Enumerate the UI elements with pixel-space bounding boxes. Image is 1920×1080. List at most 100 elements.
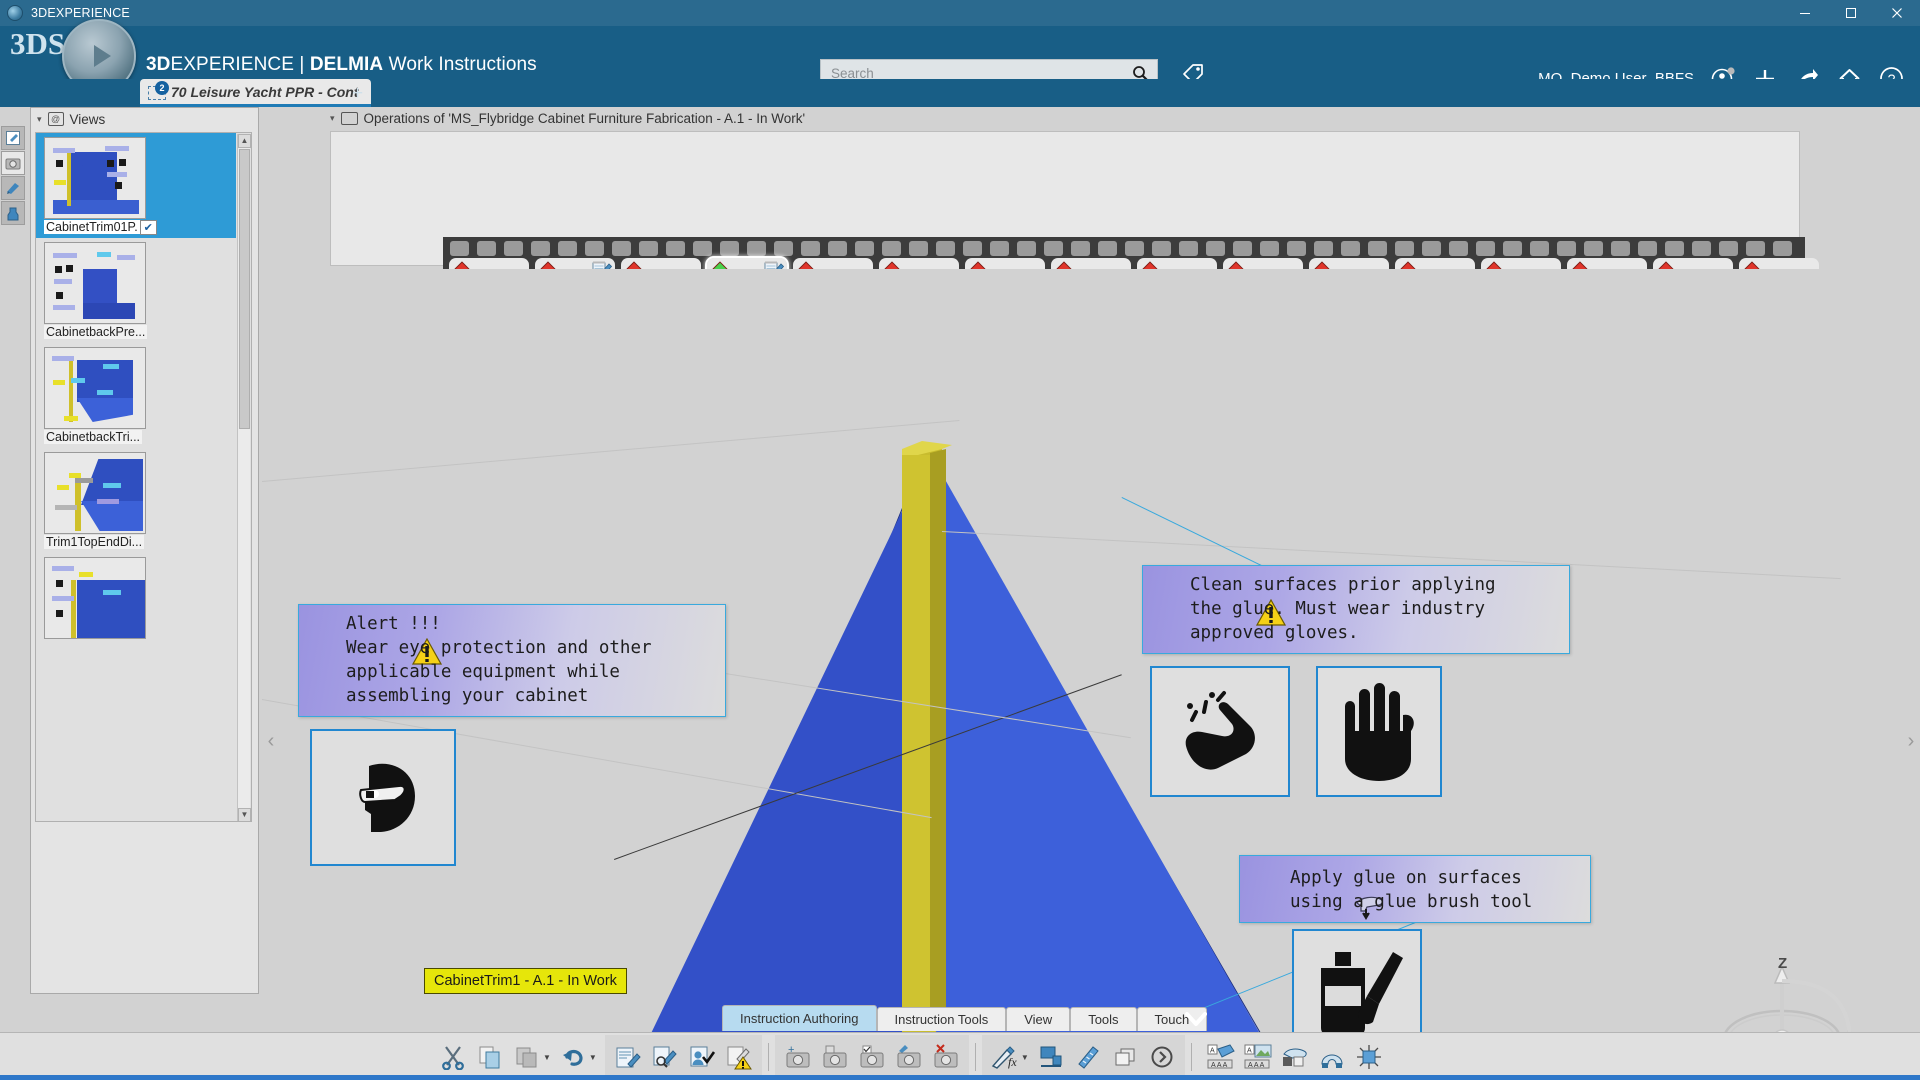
part-label[interactable]: CabinetTrim1 - A.1 - In Work (424, 968, 627, 994)
paste-dropdown-caret[interactable]: ▼ (543, 1053, 551, 1062)
view-item-3[interactable]: Trim1TopEndDi... (36, 448, 236, 553)
product-rest: Work Instructions (389, 54, 537, 75)
brand-bold: 3D (146, 54, 171, 75)
sprocket-hole (855, 241, 874, 256)
undo-icon[interactable] (556, 1039, 590, 1075)
ruler-icon[interactable] (1071, 1039, 1105, 1075)
divider (768, 1043, 769, 1071)
add-capture-icon[interactable]: + (781, 1039, 815, 1075)
views-panel-header[interactable]: ▾ @ Views (31, 108, 258, 130)
views-icon: @ (48, 112, 64, 126)
operations-header[interactable]: ▾ Operations of 'MS_Flybridge Cabinet Fu… (330, 107, 805, 129)
action-bar: ▼ ▼ (0, 1032, 1920, 1080)
warning-instruction-icon[interactable] (722, 1039, 756, 1075)
view-thumbnail (44, 557, 146, 639)
3d-viewport[interactable]: Alert !!! Wear eye protection and other … (262, 269, 1920, 1080)
create-instruction-icon[interactable] (611, 1039, 645, 1075)
bottom-tab-view[interactable]: View (1006, 1007, 1070, 1031)
sprocket-hole (720, 241, 739, 256)
filmstrip-icon (341, 112, 358, 125)
pen-effects-icon[interactable]: fx (988, 1039, 1022, 1075)
view-item-0[interactable]: CabinetTrim01P.✔ (36, 133, 236, 238)
magnet-icon[interactable] (1315, 1039, 1349, 1075)
svg-text:A A A: A A A (1211, 1062, 1228, 1069)
document-tab-icon: 2 (148, 84, 166, 100)
dassault-logo[interactable]: 3DS (10, 32, 58, 74)
edit-note-icon[interactable] (1, 126, 25, 150)
tab-label: 70 Leisure Yacht PPR - Cont (171, 84, 359, 100)
alert-callout[interactable]: Alert !!! Wear eye protection and other … (298, 604, 726, 717)
instructions-group (605, 1035, 762, 1079)
edit-capture-icon[interactable] (818, 1039, 852, 1075)
scroll-down-arrow[interactable]: ▼ (238, 808, 251, 822)
sprocket-hole (1476, 241, 1495, 256)
view-thumbnail (44, 452, 146, 534)
safety-goggles-pictogram[interactable] (310, 729, 456, 866)
bottom-tab-tools[interactable]: Tools (1070, 1007, 1136, 1031)
undo-dropdown-caret[interactable]: ▼ (589, 1053, 597, 1062)
views-scrollbar[interactable]: ▲ ▼ (237, 134, 250, 822)
text-3d-icon[interactable]: A A A A (1204, 1039, 1238, 1075)
bottom-tab-instruction-tools[interactable]: Instruction Tools (877, 1007, 1007, 1031)
viewport-collapse-left[interactable]: ‹ (264, 728, 278, 754)
sprocket-hole (990, 241, 1009, 256)
image-3d-icon[interactable]: AA A A (1241, 1039, 1275, 1075)
scrollbar-thumb[interactable] (239, 149, 250, 429)
view-item-checkbox[interactable]: ✔ (140, 220, 157, 235)
approve-instruction-icon[interactable] (685, 1039, 719, 1075)
sprocket-hole (531, 241, 550, 256)
svg-text:A A A: A A A (1248, 1062, 1265, 1069)
view-item-2[interactable]: CabinetbackTri... (36, 343, 236, 448)
sprocket-hole (1017, 241, 1036, 256)
sprocket-hole (1449, 241, 1468, 256)
sprocket-hole (1071, 241, 1090, 256)
glue-icon[interactable] (1, 201, 25, 225)
views-list[interactable]: CabinetTrim01P.✔ (35, 132, 252, 822)
viewport-collapse-right[interactable]: › (1904, 728, 1918, 754)
left-tool-rail (0, 125, 26, 226)
validate-capture-icon[interactable] (855, 1039, 889, 1075)
callout-icon[interactable] (1034, 1039, 1068, 1075)
divider (975, 1043, 976, 1071)
add-tab-button[interactable]: + (352, 83, 363, 105)
warning-triangle-icon (307, 614, 337, 642)
pen-dropdown-caret[interactable]: ▼ (1021, 1053, 1029, 1062)
annotate-icon[interactable] (1, 176, 25, 200)
svg-text:A: A (1210, 1048, 1215, 1055)
drag-part-icon[interactable] (1278, 1039, 1312, 1075)
layers-icon[interactable] (1108, 1039, 1142, 1075)
cut-icon[interactable] (436, 1039, 470, 1075)
bottom-tab-instruction-authoring[interactable]: Instruction Authoring (722, 1005, 877, 1031)
copy-icon[interactable] (473, 1039, 507, 1075)
close-button[interactable] (1874, 0, 1920, 26)
scroll-up-arrow[interactable]: ▲ (238, 134, 251, 148)
chevron-down-icon[interactable] (1183, 1006, 1209, 1032)
sprocket-hole (1584, 241, 1603, 256)
minimize-button[interactable] (1782, 0, 1828, 26)
view-item-4[interactable] (36, 553, 236, 658)
bottom-tab-label: View (1024, 1012, 1052, 1027)
more-icon[interactable] (1145, 1039, 1179, 1075)
review-instruction-icon[interactable] (648, 1039, 682, 1075)
camera-icon[interactable] (1, 151, 25, 175)
view-item-1[interactable]: CabinetbackPre... (36, 238, 236, 343)
update-capture-icon[interactable] (892, 1039, 926, 1075)
view-item-label: CabinetTrim01P. (44, 220, 140, 234)
apply-glue-callout[interactable]: Apply glue on surfaces using a glue brus… (1239, 855, 1591, 923)
maximize-button[interactable] (1828, 0, 1874, 26)
delete-capture-icon[interactable] (929, 1039, 963, 1075)
sprocket-hole (1314, 241, 1333, 256)
wash-hands-pictogram[interactable] (1150, 666, 1290, 797)
paste-icon[interactable] (510, 1039, 544, 1075)
sprocket-hole (693, 241, 712, 256)
divider (1191, 1043, 1192, 1071)
chevron-down-icon[interactable]: ▾ (330, 113, 335, 124)
chevron-down-icon[interactable]: ▾ (37, 114, 42, 125)
bottom-tab-bar: Instruction AuthoringInstruction Tools Vi… (722, 1005, 1207, 1031)
product-bold: DELMIA (310, 54, 383, 75)
clean-surfaces-callout[interactable]: Clean surfaces prior applying the glue. … (1142, 565, 1570, 654)
safety-gloves-pictogram[interactable] (1316, 666, 1442, 797)
clean-surfaces-text: Clean surfaces prior applying the glue. … (1190, 573, 1496, 645)
tab-yacht-ppr[interactable]: 2 70 Leisure Yacht PPR - Cont (140, 79, 371, 107)
manipulator-icon[interactable] (1352, 1039, 1386, 1075)
